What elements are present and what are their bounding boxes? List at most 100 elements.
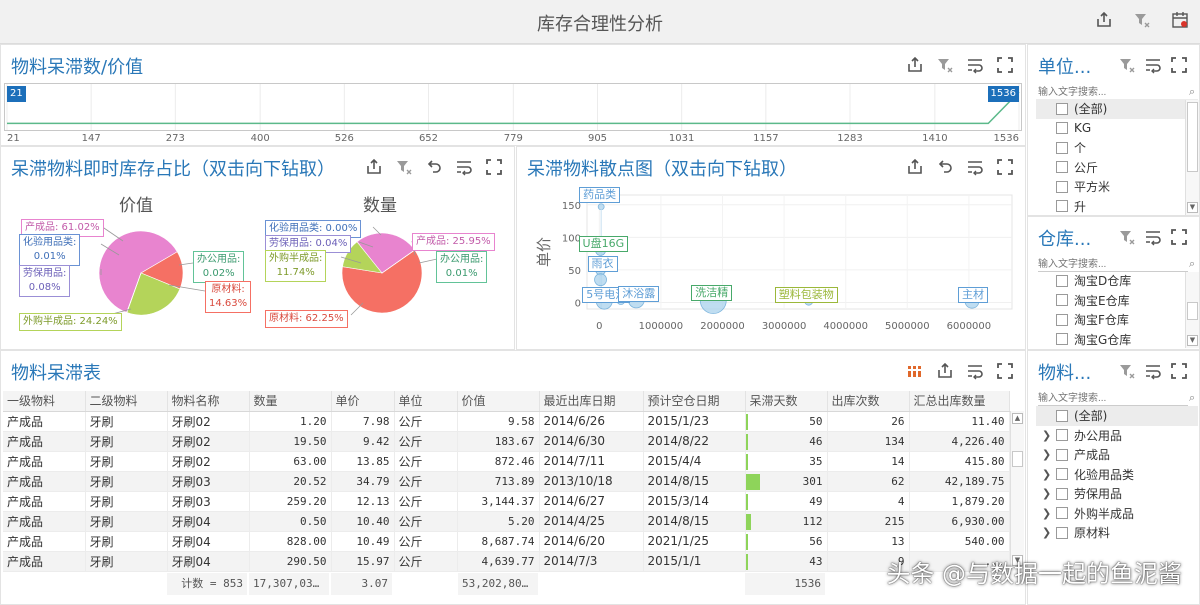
material-option[interactable]: (全部) bbox=[1036, 406, 1198, 426]
checkbox[interactable] bbox=[1056, 507, 1068, 520]
table-row[interactable]: 产成品 牙刷 牙刷02 63.00 13.85 公斤 872.46 2014/7/11 2015… bbox=[3, 451, 1010, 472]
unit-option[interactable]: 公斤 bbox=[1036, 158, 1198, 178]
material-option[interactable]: ❯ 化验用品类 bbox=[1036, 465, 1198, 485]
column-header[interactable]: 出库次数 bbox=[827, 391, 910, 412]
table-row[interactable]: 产成品 牙刷 牙刷04 290.50 15.97 公斤 4,639.77 2014/7/3 20… bbox=[3, 551, 1010, 572]
table-row[interactable]: 产成品 牙刷 牙刷03 20.52 34.79 公斤 713.89 2013/10/18 201… bbox=[3, 471, 1010, 492]
warehouse-option[interactable]: 淘宝D仓库 bbox=[1036, 271, 1198, 291]
checkbox[interactable] bbox=[1056, 274, 1068, 287]
timeline-track[interactable]: 21 1536 bbox=[4, 83, 1022, 131]
clear-filter-icon[interactable] bbox=[1132, 10, 1152, 30]
clear-filter-icon[interactable] bbox=[935, 55, 955, 75]
unit-option[interactable]: 平方米 bbox=[1036, 177, 1198, 197]
chevron-right-icon[interactable]: ❯ bbox=[1042, 487, 1056, 500]
checkbox[interactable] bbox=[1056, 161, 1068, 174]
search-icon[interactable]: ⌕ bbox=[1189, 391, 1195, 405]
wrap-text-icon[interactable] bbox=[1143, 55, 1163, 75]
checkbox[interactable] bbox=[1056, 409, 1068, 422]
material-option[interactable]: ❯ 原材料 bbox=[1036, 523, 1198, 543]
warehouse-option[interactable]: 淘宝E仓库 bbox=[1036, 291, 1198, 311]
column-header[interactable]: 汇总出库数量 bbox=[909, 391, 1010, 412]
unit-option[interactable]: 个 bbox=[1036, 138, 1198, 158]
table-row[interactable]: 产成品 牙刷 牙刷03 259.20 12.13 公斤 3,144.37 2014/6/27 2… bbox=[3, 491, 1010, 512]
column-header[interactable]: 一级物料 bbox=[3, 391, 86, 412]
checkbox[interactable] bbox=[1056, 429, 1068, 442]
wrap-text-icon[interactable] bbox=[1143, 227, 1163, 247]
calendar-icon[interactable] bbox=[1170, 10, 1190, 30]
column-header[interactable]: 单位 bbox=[394, 391, 458, 412]
material-search-input[interactable] bbox=[1038, 391, 1188, 406]
unit-option[interactable]: 升 bbox=[1036, 197, 1198, 217]
chevron-right-icon[interactable]: ❯ bbox=[1042, 526, 1056, 539]
column-header[interactable]: 物料名称 bbox=[167, 391, 250, 412]
warehouse-option[interactable]: 淘宝G仓库 bbox=[1036, 330, 1198, 350]
clear-filter-icon[interactable] bbox=[1117, 227, 1137, 247]
columns-icon[interactable] bbox=[905, 361, 925, 381]
wrap-text-icon[interactable] bbox=[965, 361, 985, 381]
unit-option[interactable]: KG bbox=[1036, 119, 1198, 139]
fullscreen-icon[interactable] bbox=[1169, 227, 1189, 247]
column-header[interactable]: 二级物料 bbox=[85, 391, 168, 412]
warehouse-search-input[interactable] bbox=[1038, 257, 1188, 272]
scroll-thumb[interactable] bbox=[1187, 102, 1198, 172]
checkbox[interactable] bbox=[1056, 487, 1068, 500]
table-row[interactable]: 产成品 牙刷 牙刷02 19.50 9.42 公斤 183.67 2014/6/30 2014/… bbox=[3, 431, 1010, 452]
unit-search-input[interactable] bbox=[1038, 85, 1188, 100]
checkbox[interactable] bbox=[1056, 468, 1068, 481]
table-row[interactable]: 产成品 牙刷 牙刷04 0.50 10.40 公斤 5.20 2014/4/25 2014/8/… bbox=[3, 511, 1010, 532]
checkbox[interactable] bbox=[1056, 526, 1068, 539]
export-icon[interactable] bbox=[905, 55, 925, 75]
material-option[interactable]: ❯ 产成品 bbox=[1036, 445, 1198, 465]
search-icon[interactable]: ⌕ bbox=[1189, 85, 1195, 99]
wrap-text-icon[interactable] bbox=[1143, 361, 1163, 381]
scroll-down-icon[interactable]: ▼ bbox=[1187, 335, 1198, 346]
fullscreen-icon[interactable] bbox=[1169, 55, 1189, 75]
chevron-right-icon[interactable]: ❯ bbox=[1042, 448, 1056, 461]
checkbox[interactable] bbox=[1056, 448, 1068, 461]
wrap-text-icon[interactable] bbox=[965, 55, 985, 75]
scroll-down-icon[interactable]: ▼ bbox=[1187, 202, 1198, 213]
export-icon[interactable] bbox=[1094, 10, 1114, 30]
fullscreen-icon[interactable] bbox=[995, 361, 1015, 381]
scroll-thumb[interactable] bbox=[1187, 302, 1198, 320]
scroll-thumb[interactable] bbox=[1012, 451, 1023, 467]
warehouse-scrollbar[interactable]: ▼ bbox=[1185, 272, 1199, 348]
unit-scrollbar[interactable]: ▼ bbox=[1185, 100, 1199, 215]
table-row[interactable]: 产成品 牙刷 牙刷02 1.20 7.98 公斤 9.58 2014/6/26 2015/1/2… bbox=[3, 411, 1010, 432]
chevron-right-icon[interactable]: ❯ bbox=[1042, 468, 1056, 481]
timeline-end-handle[interactable]: 1536 bbox=[987, 86, 1019, 102]
scroll-up-icon[interactable]: ▲ bbox=[1012, 413, 1023, 424]
timeline-slider[interactable]: 21 1536 21 147 273 400 526 652 779 905 1031 1157 1… bbox=[4, 83, 1022, 145]
clear-filter-icon[interactable] bbox=[1117, 55, 1137, 75]
material-option[interactable]: ❯ 劳保用品 bbox=[1036, 484, 1198, 504]
column-header[interactable]: 单价 bbox=[331, 391, 395, 412]
warehouse-option[interactable]: 淘宝F仓库 bbox=[1036, 310, 1198, 330]
table-row[interactable]: 产成品 牙刷 牙刷04 828.00 10.49 公斤 8,687.74 2014/6/20 2… bbox=[3, 531, 1010, 552]
checkbox[interactable] bbox=[1056, 294, 1068, 307]
fullscreen-icon[interactable] bbox=[1169, 361, 1189, 381]
export-icon[interactable] bbox=[935, 361, 955, 381]
checkbox[interactable] bbox=[1056, 122, 1068, 135]
column-header[interactable]: 价值 bbox=[457, 391, 540, 412]
column-header[interactable]: 最近出库日期 bbox=[539, 391, 644, 412]
clear-filter-icon[interactable] bbox=[1117, 361, 1137, 381]
checkbox[interactable] bbox=[1056, 313, 1068, 326]
table-scrollbar[interactable]: ▲ ▼ bbox=[1010, 411, 1024, 568]
checkbox[interactable] bbox=[1056, 333, 1068, 346]
chevron-right-icon[interactable]: ❯ bbox=[1042, 429, 1056, 442]
checkbox[interactable] bbox=[1056, 102, 1068, 115]
column-header[interactable]: 数量 bbox=[249, 391, 332, 412]
checkbox[interactable] bbox=[1056, 200, 1068, 213]
material-option[interactable]: ❯ 外购半成品 bbox=[1036, 504, 1198, 524]
fullscreen-icon[interactable] bbox=[995, 55, 1015, 75]
material-option[interactable]: ❯ 办公用品 bbox=[1036, 426, 1198, 446]
timeline-start-handle[interactable]: 21 bbox=[7, 86, 26, 102]
search-icon[interactable]: ⌕ bbox=[1189, 257, 1195, 271]
chevron-right-icon[interactable]: ❯ bbox=[1042, 507, 1056, 520]
scatter-point[interactable] bbox=[594, 273, 607, 287]
column-header[interactable]: 呆滞天数 bbox=[745, 391, 828, 412]
checkbox[interactable] bbox=[1056, 180, 1068, 193]
checkbox[interactable] bbox=[1056, 141, 1068, 154]
column-header[interactable]: 预计空仓日期 bbox=[643, 391, 746, 412]
unit-option[interactable]: (全部) bbox=[1036, 99, 1198, 119]
